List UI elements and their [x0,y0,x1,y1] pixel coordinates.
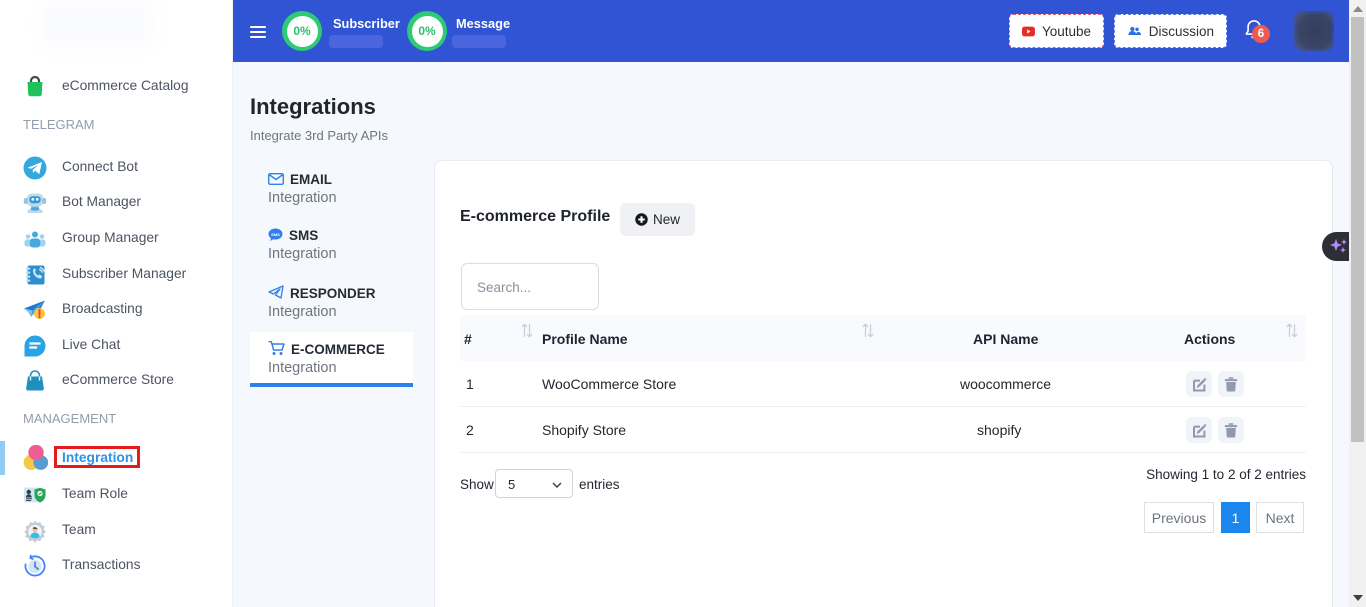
svg-text:SMS: SMS [271,232,280,237]
